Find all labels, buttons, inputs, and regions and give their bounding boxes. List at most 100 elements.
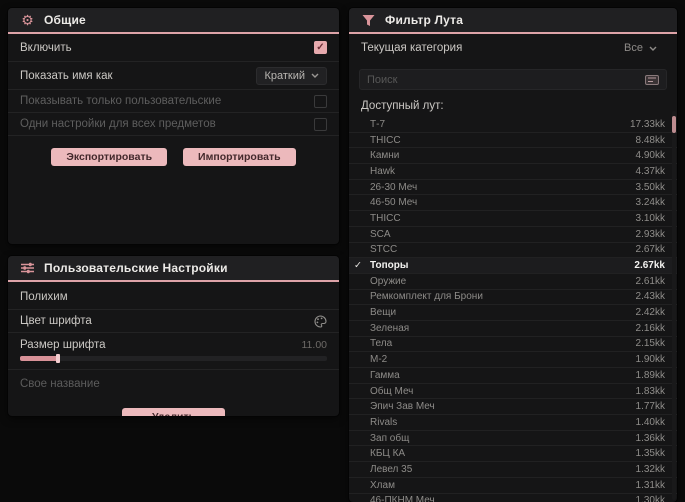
loot-item-name: Эпич Зав Меч bbox=[370, 401, 435, 413]
delete-row: Удалить bbox=[8, 398, 339, 416]
loot-row[interactable]: THICC 3.10kk bbox=[349, 211, 677, 227]
general-panel-title: Общие bbox=[44, 13, 86, 27]
loot-row[interactable]: Хлам 1.31kk bbox=[349, 478, 677, 494]
loot-item-value: 1.31kk bbox=[635, 479, 665, 491]
loot-row[interactable]: THICC 8.48kk bbox=[349, 133, 677, 149]
loot-item-value: 1.35kk bbox=[635, 448, 665, 460]
slider-handle[interactable] bbox=[56, 354, 60, 363]
show-name-value: Краткий bbox=[264, 69, 305, 82]
loot-row[interactable]: Зеленая 2.16kk bbox=[349, 321, 677, 337]
loot-item-value: 1.36kk bbox=[635, 432, 665, 444]
loot-item-value: 1.89kk bbox=[635, 369, 665, 381]
enable-label: Включить bbox=[20, 41, 72, 54]
selected-item-name: Полихим bbox=[8, 282, 339, 310]
keyboard-icon[interactable] bbox=[645, 74, 659, 85]
loot-scrollbar[interactable] bbox=[672, 111, 676, 500]
loot-item-name: Оружие bbox=[370, 275, 407, 287]
funnel-icon bbox=[361, 13, 376, 28]
loot-item-value: 2.67kk bbox=[634, 260, 665, 272]
loot-row[interactable]: STCC 2.67kk bbox=[349, 243, 677, 259]
loot-row[interactable]: Камни 4.90kk bbox=[349, 148, 677, 165]
loot-item-value: 1.83kk bbox=[635, 385, 665, 397]
gear-icon: ⚙ bbox=[21, 12, 34, 28]
custom-name-input[interactable] bbox=[20, 378, 327, 390]
custom-settings-title: Пользовательские Настройки bbox=[44, 261, 228, 275]
loot-item-name: Общ Меч bbox=[370, 385, 414, 397]
font-color-row: Цвет шрифта bbox=[8, 310, 339, 333]
loot-item-value: 17.33kk bbox=[629, 118, 665, 130]
same-settings-checkbox[interactable] bbox=[314, 117, 327, 131]
loot-item-value: 1.77kk bbox=[635, 401, 665, 413]
loot-row[interactable]: Гамма 1.89kk bbox=[349, 368, 677, 384]
only-custom-checkbox[interactable] bbox=[314, 94, 327, 108]
loot-item-name: М-2 bbox=[370, 354, 388, 366]
sliders-icon bbox=[20, 261, 35, 276]
loot-item-name: КБЦ КА bbox=[370, 448, 406, 460]
loot-row[interactable]: Оружие 2.61kk bbox=[349, 274, 677, 290]
only-custom-label: Показывать только пользовательские bbox=[20, 95, 222, 107]
loot-item-name: Тела bbox=[370, 338, 393, 350]
loot-item-name: THICC bbox=[370, 212, 401, 224]
loot-item-name: 46-50 Меч bbox=[370, 197, 418, 209]
loot-item-value: 1.30kk bbox=[635, 495, 665, 502]
category-dropdown[interactable]: Все bbox=[616, 39, 665, 57]
export-button[interactable]: Экспортировать bbox=[51, 148, 168, 166]
loot-item-value: 2.93kk bbox=[635, 228, 665, 240]
show-name-dropdown[interactable]: Краткий bbox=[256, 66, 327, 85]
loot-filter-header: Фильтр Лута bbox=[349, 8, 677, 34]
loot-item-name: Топоры bbox=[370, 260, 409, 272]
loot-row[interactable]: Т-7 17.33kk bbox=[349, 117, 677, 133]
loot-row[interactable]: Общ Меч 1.83kk bbox=[349, 384, 677, 400]
loot-scrollbar-thumb[interactable] bbox=[672, 116, 676, 133]
loot-row[interactable]: Ремкомплект для Брони 2.43kk bbox=[349, 290, 677, 306]
available-loot-label: Доступный лут: bbox=[361, 100, 444, 112]
search-box bbox=[359, 69, 667, 90]
loot-item-value: 1.40kk bbox=[635, 416, 665, 428]
loot-row[interactable]: 46-50 Меч 3.24kk bbox=[349, 195, 677, 212]
enable-checkbox[interactable]: ✓ bbox=[314, 41, 327, 54]
show-name-label: Показать имя как bbox=[20, 69, 113, 82]
loot-row[interactable]: М-2 1.90kk bbox=[349, 352, 677, 368]
import-button[interactable]: Импортировать bbox=[183, 148, 296, 166]
export-import-row: Экспортировать Импортировать bbox=[8, 136, 339, 166]
show-name-row: Показать имя как Краткий bbox=[8, 62, 339, 90]
category-label: Текущая категория bbox=[361, 42, 463, 54]
check-icon: ✓ bbox=[354, 260, 362, 272]
loot-item-name: Левел 35 bbox=[370, 463, 413, 475]
loot-row[interactable]: Вещи 2.42kk bbox=[349, 305, 677, 321]
loot-filter-title: Фильтр Лута bbox=[385, 13, 464, 27]
font-size-row: Размер шрифта 11.00 bbox=[8, 333, 339, 370]
loot-row[interactable]: 46-ПКНМ Меч 1.30kk bbox=[349, 494, 677, 502]
loot-item-name: Гамма bbox=[370, 369, 400, 381]
search-input[interactable] bbox=[367, 73, 639, 86]
loot-item-name: SCA bbox=[370, 228, 391, 240]
loot-item-value: 2.15kk bbox=[635, 338, 665, 350]
loot-item-value: 4.37kk bbox=[635, 165, 665, 177]
loot-item-name: Камни bbox=[370, 150, 400, 162]
loot-row[interactable]: 26-30 Меч 3.50kk bbox=[349, 180, 677, 196]
loot-item-value: 2.61kk bbox=[635, 275, 665, 287]
loot-item-value: 4.90kk bbox=[635, 150, 665, 162]
loot-row[interactable]: Левел 35 1.32kk bbox=[349, 462, 677, 478]
loot-item-name: Зеленая bbox=[370, 322, 410, 334]
loot-row[interactable]: Тела 2.15kk bbox=[349, 337, 677, 353]
delete-button[interactable]: Удалить bbox=[121, 408, 226, 416]
loot-item-name: Вещи bbox=[370, 307, 397, 319]
loot-row[interactable]: Rivals 1.40kk bbox=[349, 415, 677, 431]
palette-icon[interactable] bbox=[314, 314, 327, 328]
loot-row[interactable]: Зап общ 1.36kk bbox=[349, 431, 677, 447]
font-size-label: Размер шрифта bbox=[20, 339, 106, 351]
loot-filter-panel: Фильтр Лута Текущая категория Все Доступ… bbox=[349, 8, 677, 502]
loot-row[interactable]: ✓ Топоры 2.67kk bbox=[349, 258, 677, 274]
chevron-down-icon bbox=[649, 46, 657, 51]
loot-row[interactable]: Hawk 4.37kk bbox=[349, 164, 677, 180]
loot-item-name: 26-30 Меч bbox=[370, 181, 418, 193]
loot-row[interactable]: КБЦ КА 1.35kk bbox=[349, 446, 677, 463]
loot-item-name: THICC bbox=[370, 134, 401, 146]
font-size-slider[interactable] bbox=[20, 354, 327, 363]
loot-item-value: 1.32kk bbox=[635, 463, 665, 475]
custom-settings-header: Пользовательские Настройки bbox=[8, 256, 339, 282]
loot-item-name: 46-ПКНМ Меч bbox=[370, 495, 435, 502]
loot-row[interactable]: Эпич Зав Меч 1.77kk bbox=[349, 399, 677, 416]
loot-row[interactable]: SCA 2.93kk bbox=[349, 227, 677, 243]
